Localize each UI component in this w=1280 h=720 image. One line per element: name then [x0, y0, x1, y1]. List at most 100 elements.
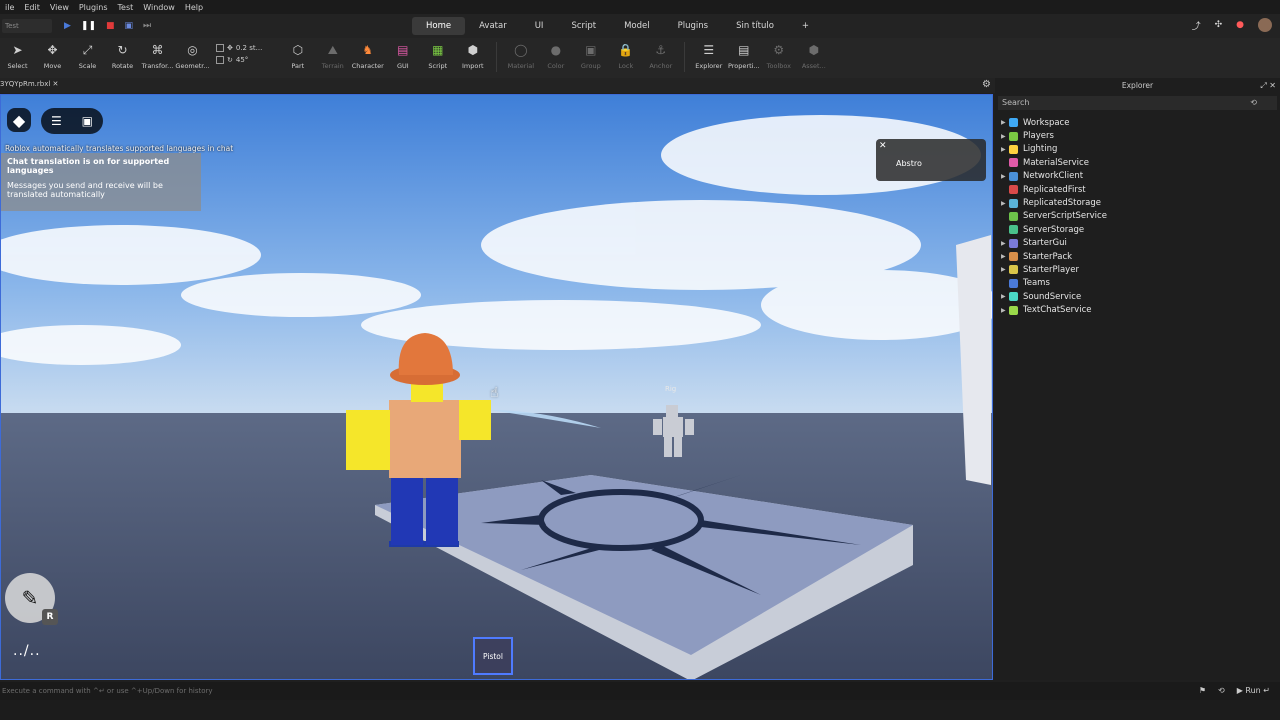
menu-help[interactable]: Help	[180, 3, 208, 12]
notification-icon[interactable]: ●	[1236, 20, 1244, 30]
avatar[interactable]	[1258, 18, 1272, 32]
explorer-search-input[interactable]: Search ⟲	[998, 96, 1277, 110]
transform-tool[interactable]: ⌘ Transfor...	[140, 42, 175, 70]
snap-rotate-row[interactable]: ↻ 45°	[216, 56, 262, 64]
scale-icon: ⤢	[82, 42, 93, 57]
select-tool[interactable]: ➤ Select	[0, 42, 35, 70]
explorer-item-workspace[interactable]: ▶ Workspace	[995, 116, 1280, 129]
part-tool[interactable]: ⬡ Part	[280, 42, 315, 70]
client-server-icon[interactable]: ▣	[125, 21, 134, 31]
explorer-item-players[interactable]: ▶ Players	[995, 129, 1280, 142]
command-bar[interactable]: Execute a command with ^↵ or use ^+Up/Do…	[0, 682, 1280, 700]
explorer-item-networkclient[interactable]: ▶ NetworkClient	[995, 170, 1280, 183]
explorer-item-replicatedstorage[interactable]: ▶ ReplicatedStorage	[995, 196, 1280, 209]
anchor-tool[interactable]: ⚓ Anchor	[643, 42, 678, 70]
menu-view[interactable]: View	[45, 3, 74, 12]
color-tool[interactable]: ● Color	[538, 42, 573, 70]
explorer-item-replicatedfirst[interactable]: ReplicatedFirst	[995, 183, 1280, 196]
properties-tool[interactable]: ▤ Properti...	[726, 42, 761, 70]
script-label: Script	[428, 62, 448, 70]
explorer-item-teams[interactable]: Teams	[995, 277, 1280, 290]
expand-arrow-icon[interactable]: ▶	[1001, 173, 1009, 180]
menu-test[interactable]: Test	[113, 3, 139, 12]
explorer-item-serverstorage[interactable]: ServerStorage	[995, 223, 1280, 236]
tab-sin-titulo[interactable]: Sin título	[722, 17, 788, 35]
menu-edit[interactable]: Edit	[19, 3, 45, 12]
explorer-item-lighting[interactable]: ▶ Lighting	[995, 143, 1280, 156]
expand-arrow-icon[interactable]: ▶	[1001, 240, 1009, 247]
snap-rotate-value[interactable]: 45°	[236, 56, 248, 64]
hamburger-menu-icon[interactable]: ☰	[51, 114, 62, 128]
explorer-item-serverscriptservice[interactable]: ServerScriptService	[995, 210, 1280, 223]
explorer-item-textchatservice[interactable]: ▶ TextChatService	[995, 303, 1280, 316]
expand-arrow-icon[interactable]: ▶	[1001, 253, 1009, 260]
expand-arrow-icon[interactable]: ▶	[1001, 146, 1009, 153]
share-icon[interactable]: ⤴	[1192, 19, 1201, 32]
add-tab-button[interactable]: +	[788, 17, 823, 35]
lock-tool[interactable]: 🔒 Lock	[608, 42, 643, 70]
tab-ui[interactable]: UI	[521, 17, 558, 35]
expand-arrow-icon[interactable]: ▶	[1001, 307, 1009, 314]
menu-window[interactable]: Window	[138, 3, 180, 12]
character-tool[interactable]: ♞ Character	[350, 42, 385, 70]
expand-arrow-icon[interactable]: ▶	[1001, 133, 1009, 140]
pause-icon[interactable]: ❚❚	[81, 21, 96, 31]
test-mode-selector[interactable]: Test	[2, 19, 52, 33]
close-icon[interactable]: ✕	[879, 141, 887, 151]
material-tool[interactable]: ◯ Material	[503, 42, 538, 70]
menu-plugins[interactable]: Plugins	[74, 3, 113, 12]
menu-file[interactable]: ile	[0, 3, 19, 12]
history-icon[interactable]: ⟲	[1250, 96, 1257, 110]
explorer-tool[interactable]: ☰ Explorer	[691, 42, 726, 70]
close-icon[interactable]: ✕	[1269, 81, 1276, 90]
expand-arrow-icon[interactable]: ▶	[1001, 293, 1009, 300]
step-icon[interactable]: ⏭	[143, 21, 151, 31]
bookmark-icon[interactable]: ⚑	[1199, 682, 1206, 700]
chat-icon[interactable]: ▣	[82, 114, 93, 128]
geometry-tool[interactable]: ◎ Geometr...	[175, 42, 210, 70]
explorer-item-starterplayer[interactable]: ▶ StarterPlayer	[995, 263, 1280, 276]
rotate-tool[interactable]: ↻ Rotate	[105, 42, 140, 70]
expand-arrow-icon[interactable]: ▶	[1001, 200, 1009, 207]
stop-icon[interactable]: ■	[106, 21, 115, 31]
assets-label: Asset...	[801, 62, 826, 70]
snap-move-checkbox[interactable]	[216, 44, 224, 52]
move-tool[interactable]: ✥ Move	[35, 42, 70, 70]
snap-rotate-checkbox[interactable]	[216, 56, 224, 64]
explorer-item-starterpack[interactable]: ▶ StarterPack	[995, 250, 1280, 263]
gear-icon[interactable]: ⚙	[982, 79, 991, 90]
tab-home[interactable]: Home	[412, 17, 466, 35]
run-button[interactable]: ▶ Run ↵	[1237, 682, 1270, 700]
game-viewport[interactable]: ◆ ☰ ▣ Roblox automatically translates su…	[0, 94, 993, 680]
import-tool[interactable]: ⬢ Import	[455, 42, 490, 70]
tab-plugins[interactable]: Plugins	[664, 17, 722, 35]
toolbox-tool[interactable]: ⚙ Toolbox	[761, 42, 796, 70]
assets-tool[interactable]: ⬢ Asset...	[796, 42, 831, 70]
scale-tool[interactable]: ⤢ Scale	[70, 42, 105, 71]
hotbar-slot[interactable]: Pistol	[473, 637, 513, 675]
explorer-item-startergui[interactable]: ▶ StarterGui	[995, 237, 1280, 250]
terrain-tool[interactable]: ⛰ Terrain	[315, 42, 350, 71]
group-tool[interactable]: ▣ Group	[573, 42, 608, 70]
expand-arrow-icon[interactable]: ▶	[1001, 266, 1009, 273]
snap-move-row[interactable]: ✥ 0.2 st...	[216, 44, 262, 52]
explorer-item-soundservice[interactable]: ▶ SoundService	[995, 290, 1280, 303]
document-tab[interactable]: 3YQYpRm.rbxl ✕	[0, 80, 58, 88]
snap-move-value[interactable]: 0.2 st...	[236, 44, 262, 52]
roblox-menu-button[interactable]: ◆	[7, 108, 31, 132]
tab-script[interactable]: Script	[557, 17, 610, 35]
gui-tool[interactable]: ▤ GUI	[385, 42, 420, 70]
collaborate-icon[interactable]: ✣	[1215, 20, 1223, 30]
expand-arrow-icon[interactable]: ▶	[1001, 119, 1009, 126]
close-icon[interactable]: ✕	[53, 80, 59, 88]
explorer-item-materialservice[interactable]: MaterialService	[995, 156, 1280, 169]
tab-model[interactable]: Model	[610, 17, 664, 35]
explorer-title: Explorer	[1121, 81, 1154, 90]
play-icon[interactable]: ▶	[64, 21, 71, 31]
history-icon[interactable]: ⟲	[1218, 682, 1225, 700]
popout-icon[interactable]: ⤢	[1260, 81, 1266, 90]
mouse-cursor-icon: ☝	[490, 385, 499, 401]
tab-avatar[interactable]: Avatar	[465, 17, 521, 35]
chat-title: Chat translation is on for supported lan…	[7, 157, 170, 175]
script-tool[interactable]: ▦ Script	[420, 42, 455, 70]
